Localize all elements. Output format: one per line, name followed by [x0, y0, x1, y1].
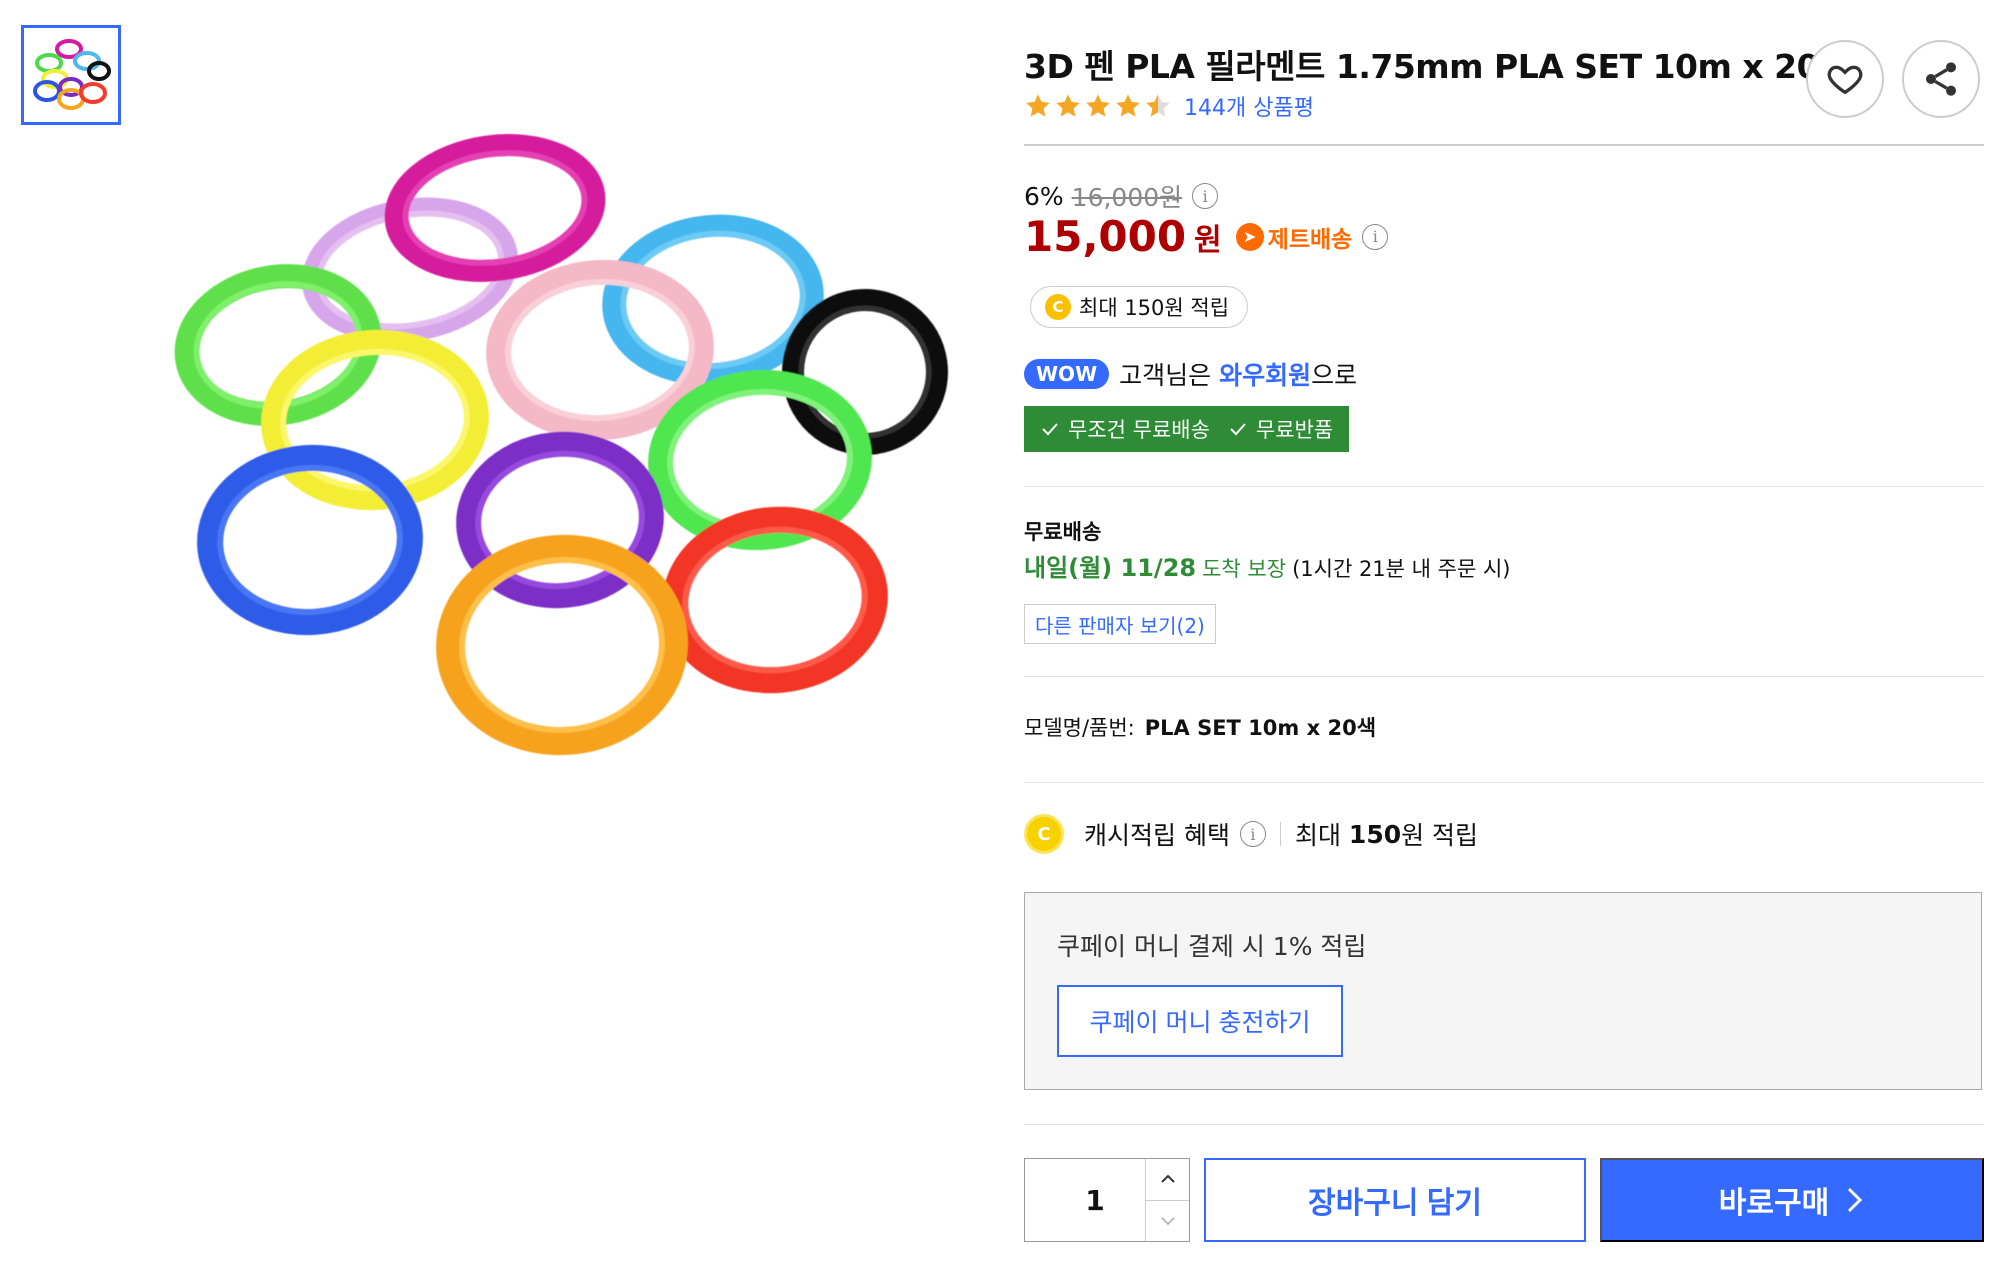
cash-benefit-row: C 캐시적립 혜택 i 최대 150 원 적립	[1024, 814, 1478, 854]
model-value: PLA SET 10m x 20색	[1144, 716, 1377, 740]
cash-benefit-amount: 150	[1348, 819, 1402, 849]
chevron-right-icon	[1848, 1187, 1863, 1213]
wow-benefit-label: 무료반품	[1255, 418, 1334, 442]
product-title: 3D 펜 PLA 필라멘트 1.75mm PLA SET 10m x 20색	[1024, 47, 1849, 86]
divider	[1024, 1124, 1984, 1125]
info-icon[interactable]: i	[1239, 821, 1266, 847]
star-full-icon	[1086, 94, 1110, 117]
wow-benefit-item: 무조건 무료배송	[1040, 414, 1210, 444]
coupay-charge-button[interactable]: 쿠페이 머니 충전하기	[1057, 985, 1343, 1057]
heart-icon	[1827, 65, 1863, 95]
wow-benefits-banner: 무조건 무료배송 무료반품	[1024, 406, 1350, 452]
buy-now-label: 바로구매	[1718, 1187, 1830, 1220]
quantity-stepper: 1	[1024, 1158, 1190, 1242]
discount-row: 6% 16,000원 i	[1024, 178, 1219, 214]
share-button[interactable]	[1902, 40, 1980, 118]
cash-benefit-prefix: 최대	[1294, 821, 1341, 850]
star-full-icon	[1056, 94, 1080, 117]
wow-benefit-item: 무료반품	[1228, 414, 1333, 444]
discount-rate: 6%	[1024, 181, 1064, 211]
star-half-icon	[1146, 94, 1170, 117]
wow-member-row: WOW 고객님은 와우회원 으로	[1024, 356, 1357, 392]
thumbnail-selected[interactable]	[21, 25, 121, 125]
coupay-info-text: 쿠페이 머니 결제 시 1% 적립	[1057, 932, 1367, 961]
model-number-row: 모델명/품번: PLA SET 10m x 20색	[1024, 712, 1376, 742]
add-to-cart-button[interactable]: 장바구니 담기	[1204, 1158, 1586, 1242]
jet-delivery-badge: ➤ 제트배송	[1235, 220, 1353, 254]
review-count-link[interactable]: 144개 상품평	[1184, 90, 1314, 122]
model-label: 모델명/품번:	[1024, 716, 1135, 740]
share-icon	[1926, 62, 1956, 96]
chevron-down-icon	[1160, 1217, 1175, 1226]
chevron-up-icon	[1160, 1174, 1175, 1183]
check-icon	[1042, 423, 1058, 436]
quantity-decrease-button[interactable]	[1146, 1201, 1189, 1242]
shipping-title: 무료배송	[1024, 520, 1102, 544]
wow-prefix: 고객님은	[1119, 361, 1212, 390]
cash-benefit-label: 캐시적립 혜택	[1084, 821, 1230, 850]
cash-coin-icon: C	[1024, 814, 1064, 854]
arrival-date-row: 내일(월) 11/28 도착 보장 (1시간 21분 내 주문 시)	[1024, 548, 1511, 583]
divider	[1024, 676, 1984, 677]
other-sellers-button[interactable]: 다른 판매자 보기(2)	[1024, 604, 1216, 644]
divider	[1024, 486, 1984, 487]
price-row: 15,000 원 ➤ 제트배송 i	[1024, 212, 1389, 261]
buy-now-button[interactable]: 바로구매	[1600, 1158, 1984, 1242]
product-main-image	[160, 120, 980, 770]
wishlist-button[interactable]	[1806, 40, 1884, 118]
cash-coin-icon: C	[1045, 294, 1071, 320]
cash-reward-pill: C 최대 150원 적립	[1030, 286, 1249, 328]
thumbnail-image	[33, 39, 111, 110]
arrival-date: 내일(월) 11/28	[1024, 554, 1197, 582]
rating-row: 144개 상품평	[1024, 90, 1314, 122]
rating-stars[interactable]	[1024, 92, 1172, 120]
divider	[1024, 144, 1984, 146]
separator	[1279, 822, 1281, 846]
sale-price: 15,000	[1024, 212, 1187, 261]
wow-suffix: 으로	[1311, 361, 1358, 390]
wow-badge: WOW	[1024, 359, 1110, 389]
original-price: 16,000원	[1071, 183, 1183, 212]
quantity-increase-button[interactable]	[1146, 1159, 1189, 1201]
wow-benefit-label: 무조건 무료배송	[1068, 418, 1210, 442]
rocket-icon: ➤	[1235, 222, 1264, 251]
divider	[1024, 782, 1984, 783]
coupay-money-box: 쿠페이 머니 결제 시 1% 적립 쿠페이 머니 충전하기	[1024, 892, 1982, 1090]
star-full-icon	[1026, 94, 1050, 117]
cash-benefit-suffix: 원 적립	[1401, 821, 1479, 850]
info-icon[interactable]: i	[1362, 223, 1389, 250]
jet-delivery-label: 제트배송	[1267, 226, 1353, 253]
order-deadline-note: (1시간 21분 내 주문 시)	[1292, 557, 1511, 581]
check-icon	[1230, 423, 1246, 436]
info-icon[interactable]: i	[1192, 183, 1219, 209]
wow-member-label: 와우회원	[1219, 361, 1312, 390]
cash-reward-text: 최대 150원 적립	[1079, 296, 1230, 320]
star-full-icon	[1116, 94, 1140, 117]
price-currency: 원	[1194, 222, 1222, 258]
quantity-input[interactable]: 1	[1025, 1159, 1145, 1241]
arrival-guarantee: 도착 보장	[1202, 557, 1287, 581]
quantity-arrows	[1145, 1159, 1189, 1241]
